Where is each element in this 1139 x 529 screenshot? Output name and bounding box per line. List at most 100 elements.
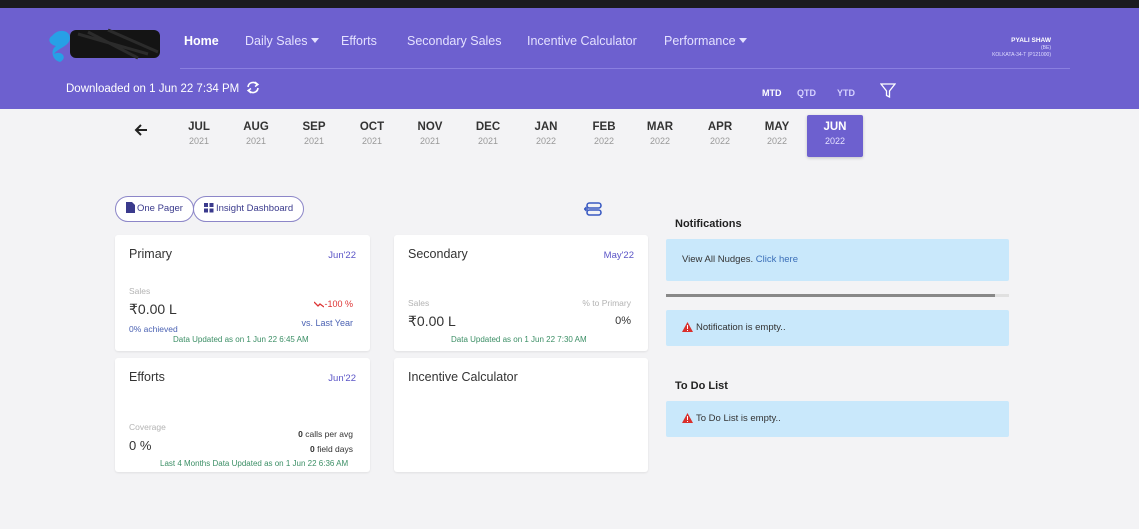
coverage-label: Coverage [129,422,166,432]
coverage-value: 0 % [129,438,152,453]
nav-secondary-sales[interactable]: Secondary Sales [407,34,502,48]
nav-performance[interactable]: Performance [664,34,747,48]
nav-efforts-label: Efforts [341,34,377,48]
top-strip [0,0,1139,8]
nav-divider [180,68,1070,69]
month-feb-2022[interactable]: FEB 2022 [576,115,632,157]
primary-change: -100 % [314,299,353,309]
primary-sales-label: Sales [129,286,151,296]
todo-empty-alert: To Do List is empty.. [666,401,1009,437]
nav-daily-sales-label: Daily Sales [245,34,308,48]
primary-vs-label: vs. Last Year [301,318,353,328]
caret-down-icon [738,38,747,43]
period-ytd[interactable]: YTD [837,88,855,98]
month-selector: JUL 2021 AUG 2021 SEP 2021 OCT 2021 NOV 2021 … [0,109,1139,161]
incentive-card[interactable]: Incentive Calculator [394,358,648,472]
month-label: AUG [243,121,269,133]
secondary-card[interactable]: Secondary May'22 Sales ₹0.00 L % to Prim… [394,235,648,351]
warning-icon [682,413,693,423]
month-may-2022[interactable]: MAY 2022 [749,115,805,157]
month-label: OCT [359,121,385,133]
month-sep-2021[interactable]: SEP 2021 [286,115,342,157]
month-dec-2021[interactable]: DEC 2021 [460,115,516,157]
notification-empty-alert: Notification is empty.. [666,310,1009,346]
warning-icon [682,322,693,332]
filter-icon[interactable] [880,83,896,99]
trend-down-icon [314,301,325,308]
secondary-pct-label: % to Primary [582,298,631,308]
month-mar-2022[interactable]: MAR 2022 [632,115,688,157]
nav-performance-label: Performance [664,34,736,48]
year-label: 2022 [593,136,615,146]
month-jan-2022[interactable]: JAN 2022 [518,115,574,157]
nav-incentive-calculator[interactable]: Incentive Calculator [527,34,637,48]
month-apr-2022[interactable]: APR 2022 [692,115,748,157]
refresh-icon[interactable] [246,81,260,94]
days-value: 0 [309,444,315,454]
notification-progress-fill [666,294,996,297]
year-label: 2021 [303,136,325,146]
primary-updated: Data Updated as on 1 Jun 22 6:45 AM [173,335,309,344]
user-location: KOLKATA-34-T (P121000) [992,52,1051,58]
secondary-sales-value: ₹0.00 L [408,313,456,329]
incentive-title: Incentive Calculator [408,370,518,384]
month-label: APR [707,121,733,133]
month-oct-2021[interactable]: OCT 2021 [344,115,400,157]
year-label: 2022 [709,136,731,146]
year-label: 2022 [535,136,557,146]
month-label: FEB [592,121,616,133]
field-days: 0 field days [310,444,353,454]
primary-card[interactable]: Primary Jun'22 Sales ₹0.00 L -100 % vs. … [115,235,370,351]
period-qtd[interactable]: QTD [797,88,816,98]
secondary-date: May'22 [603,250,634,261]
month-nov-2021[interactable]: NOV 2021 [402,115,458,157]
nav-home-label: Home [184,34,219,48]
month-aug-2021[interactable]: AUG 2021 [228,115,284,157]
month-jun-2022[interactable]: JUN 2022 [807,115,863,157]
month-label: MAR [646,121,674,133]
primary-sales-value: ₹0.00 L [129,301,177,317]
efforts-updated: Last 4 Months Data Updated as on 1 Jun 2… [160,459,349,468]
year-label: 2022 [824,136,846,146]
calls-per-avg: 0 calls per avg [298,429,353,439]
download-status-text: Downloaded on 1 Jun 22 7:34 PM [66,83,240,95]
back-arrow-icon[interactable] [134,123,148,137]
nav-incentive-calculator-label: Incentive Calculator [527,34,637,48]
one-pager-button[interactable]: One Pager [115,196,194,222]
year-label: 2022 [766,136,788,146]
nav-secondary-sales-label: Secondary Sales [407,34,502,48]
month-label: SEP [302,121,326,133]
notification-progress [666,294,1009,297]
nudges-link[interactable]: Click here [756,254,798,265]
notification-empty-text: Notification is empty.. [696,322,786,333]
secondary-pct-value: 0% [615,315,631,327]
todo-empty-text: To Do List is empty.. [696,413,781,424]
notifications-title: Notifications [675,218,742,230]
secondary-updated: Data Updated as on 1 Jun 22 7:30 AM [451,335,587,344]
period-mtd[interactable]: MTD [762,88,782,98]
document-icon [126,202,135,213]
insight-dashboard-button[interactable]: Insight Dashboard [193,196,305,222]
main-nav: Home Daily Sales Efforts Secondary Sales… [0,8,900,68]
month-label: NOV [417,121,443,133]
secondary-title: Secondary [408,247,468,261]
primary-change-value: -100 % [324,299,353,309]
swap-icon[interactable] [584,202,602,216]
calls-value: 0 [298,429,303,439]
month-label: DEC [475,121,501,133]
todo-title: To Do List [675,380,728,392]
year-label: 2022 [649,136,671,146]
primary-title: Primary [129,247,173,261]
nav-efforts[interactable]: Efforts [341,34,377,48]
nav-daily-sales[interactable]: Daily Sales [245,34,319,48]
nudges-banner: View All Nudges. Click here [666,239,1009,281]
efforts-card[interactable]: Efforts Jun'22 Coverage 0 % 0 calls per … [115,358,370,472]
nav-home[interactable]: Home [184,34,219,48]
calls-text: calls per avg [305,429,353,439]
month-jul-2021[interactable]: JUL 2021 [171,115,227,157]
primary-achieved: 0% achieved [129,324,178,334]
nudges-text: View All Nudges. [682,254,754,265]
download-status: Downloaded on 1 Jun 22 7:34 PM [66,81,260,95]
user-profile[interactable]: PYALI SHAW (BE) KOLKATA-34-T (P121000) [992,37,1051,58]
one-pager-label: One Pager [137,203,183,214]
